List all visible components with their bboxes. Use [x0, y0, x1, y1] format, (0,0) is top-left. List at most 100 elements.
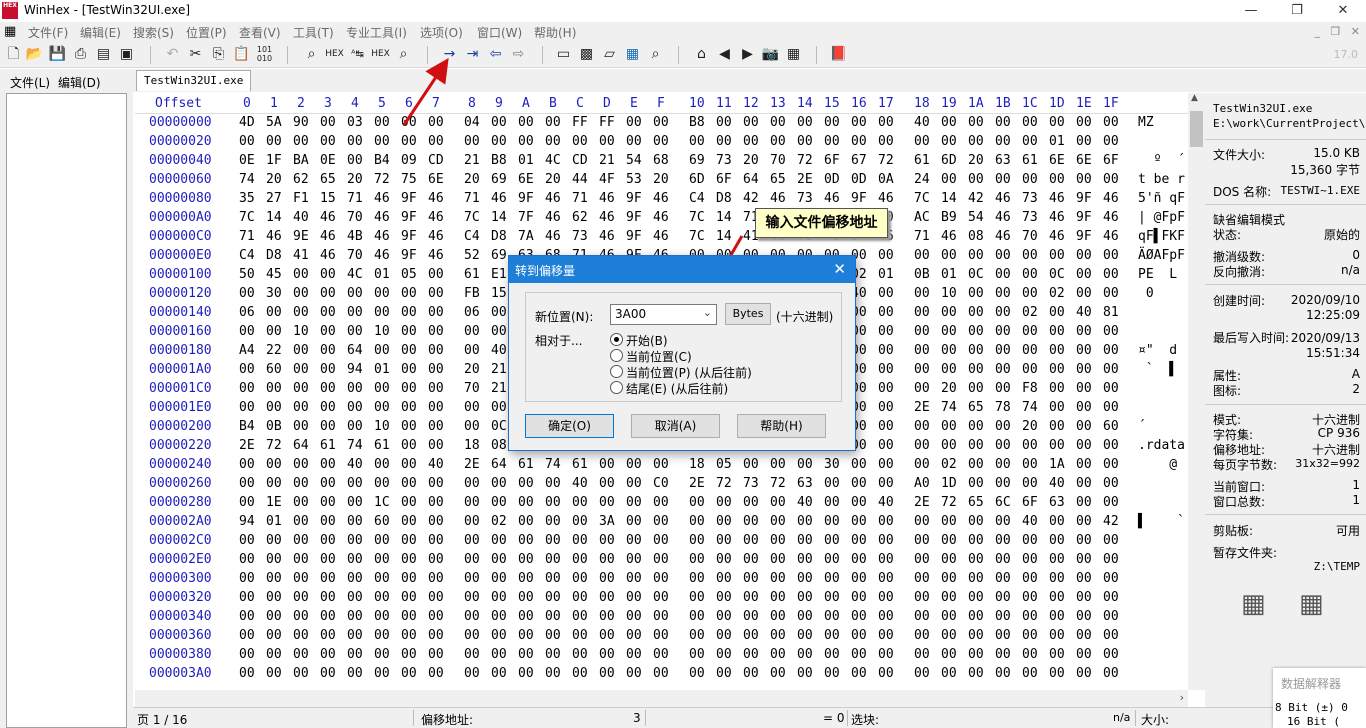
hex-byte[interactable]: 00: [293, 134, 309, 149]
hex-byte[interactable]: 00: [941, 343, 957, 358]
hex-byte[interactable]: 00: [995, 305, 1011, 320]
hex-byte[interactable]: 94: [239, 514, 255, 529]
hex-byte[interactable]: 00: [968, 514, 984, 529]
hex-byte[interactable]: 00: [320, 495, 336, 510]
hex-byte[interactable]: 00: [941, 609, 957, 624]
hex-byte[interactable]: 00: [851, 552, 867, 567]
sectors-icon[interactable]: ⌂: [692, 45, 711, 64]
hex-byte[interactable]: 46: [995, 191, 1011, 206]
hex-byte[interactable]: 00: [347, 381, 363, 396]
hex-byte[interactable]: 00: [626, 134, 642, 149]
hex-byte[interactable]: 42: [743, 191, 759, 206]
hex-byte[interactable]: 00: [401, 286, 417, 301]
hex-byte[interactable]: 00: [1076, 628, 1092, 643]
hex-byte[interactable]: 00: [401, 533, 417, 548]
hex-byte[interactable]: 00: [824, 647, 840, 662]
hex-byte[interactable]: 6C: [995, 495, 1011, 510]
hex-byte[interactable]: 00: [626, 495, 642, 510]
hex-byte[interactable]: 00: [239, 571, 255, 586]
hex-byte[interactable]: 00: [374, 305, 390, 320]
hex-byte[interactable]: 00: [941, 571, 957, 586]
hex-byte[interactable]: 64: [743, 172, 759, 187]
hex-byte[interactable]: 00: [1076, 248, 1092, 263]
hex-byte[interactable]: 00: [428, 590, 444, 605]
hex-byte[interactable]: 00: [878, 134, 894, 149]
hex-byte[interactable]: 00: [941, 115, 957, 130]
hex-byte[interactable]: 00: [653, 552, 669, 567]
hex-byte[interactable]: 00: [572, 628, 588, 643]
hex-byte[interactable]: 00: [1049, 438, 1065, 453]
hex-byte[interactable]: 21: [599, 153, 615, 168]
hex-byte[interactable]: 00: [347, 666, 363, 681]
hex-byte[interactable]: 00: [878, 324, 894, 339]
hex-byte[interactable]: 46: [428, 210, 444, 225]
hex-byte[interactable]: 2E: [689, 476, 705, 491]
hex-byte[interactable]: 00: [1103, 172, 1119, 187]
hex-byte[interactable]: 00: [320, 381, 336, 396]
hex-byte[interactable]: 00: [347, 533, 363, 548]
hex-byte[interactable]: 00: [293, 305, 309, 320]
hex-byte[interactable]: 00: [743, 628, 759, 643]
hex-byte[interactable]: 00: [653, 666, 669, 681]
hex-byte[interactable]: 00: [239, 362, 255, 377]
ascii-text[interactable]: .rdata: [1138, 438, 1185, 453]
hex-byte[interactable]: 60: [266, 362, 282, 377]
hex-byte[interactable]: 0D: [851, 172, 867, 187]
hex-byte[interactable]: 00: [851, 457, 867, 472]
hex-byte[interactable]: 21: [491, 381, 507, 396]
hex-byte[interactable]: 00: [995, 172, 1011, 187]
hex-byte[interactable]: 00: [878, 590, 894, 605]
hex-byte[interactable]: 00: [968, 362, 984, 377]
hex-byte[interactable]: 63: [1049, 495, 1065, 510]
hex-byte[interactable]: 70: [464, 381, 480, 396]
hex-byte[interactable]: 00: [968, 134, 984, 149]
hex-byte[interactable]: 71: [464, 191, 480, 206]
hex-byte[interactable]: 63: [797, 476, 813, 491]
hex-byte[interactable]: 00: [1049, 609, 1065, 624]
hex-byte[interactable]: 00: [1103, 362, 1119, 377]
hex-byte[interactable]: 4B: [347, 229, 363, 244]
hex-byte[interactable]: 00: [689, 666, 705, 681]
hex-byte[interactable]: 00: [716, 590, 732, 605]
hex-byte[interactable]: 0E: [239, 153, 255, 168]
help-book-icon[interactable]: 📕: [829, 45, 848, 64]
hex-byte[interactable]: 00: [491, 666, 507, 681]
hex-byte[interactable]: 00: [491, 134, 507, 149]
hex-byte[interactable]: 20: [464, 362, 480, 377]
hex-byte[interactable]: 00: [1022, 628, 1038, 643]
hex-byte[interactable]: 00: [266, 476, 282, 491]
hex-byte[interactable]: 00: [266, 134, 282, 149]
hex-byte[interactable]: 00: [1103, 457, 1119, 472]
hex-byte[interactable]: 40: [572, 476, 588, 491]
find-hex-icon[interactable]: HEX: [325, 45, 344, 64]
hex-byte[interactable]: 7C: [689, 229, 705, 244]
hex-byte[interactable]: 00: [968, 305, 984, 320]
hex-byte[interactable]: 00: [320, 666, 336, 681]
hex-byte[interactable]: AC: [914, 210, 930, 225]
hex-byte[interactable]: 21: [491, 362, 507, 377]
hex-byte[interactable]: 00: [1022, 533, 1038, 548]
hex-byte[interactable]: 00: [293, 647, 309, 662]
hex-byte[interactable]: 40: [1022, 514, 1038, 529]
hex-byte[interactable]: 4F: [599, 172, 615, 187]
hex-byte[interactable]: 00: [1103, 533, 1119, 548]
hex-byte[interactable]: 00: [401, 571, 417, 586]
hex-byte[interactable]: 46: [1103, 191, 1119, 206]
hex-byte[interactable]: 00: [545, 495, 561, 510]
hex-byte[interactable]: 08: [968, 229, 984, 244]
cancel-button[interactable]: 取消(A): [631, 414, 720, 438]
hex-byte[interactable]: 00: [941, 419, 957, 434]
hex-byte[interactable]: 65: [968, 400, 984, 415]
hex-byte[interactable]: 00: [824, 552, 840, 567]
hex-byte[interactable]: 00: [572, 590, 588, 605]
hex-byte[interactable]: 00: [653, 134, 669, 149]
hex-byte[interactable]: 1F: [266, 153, 282, 168]
hex-byte[interactable]: 65: [968, 495, 984, 510]
hex-byte[interactable]: 00: [995, 286, 1011, 301]
hex-byte[interactable]: 00: [851, 533, 867, 548]
hex-byte[interactable]: 00: [428, 286, 444, 301]
hex-byte[interactable]: 73: [797, 191, 813, 206]
hex-byte[interactable]: 00: [518, 115, 534, 130]
hex-byte[interactable]: 68: [653, 153, 669, 168]
hex-byte[interactable]: 00: [824, 628, 840, 643]
